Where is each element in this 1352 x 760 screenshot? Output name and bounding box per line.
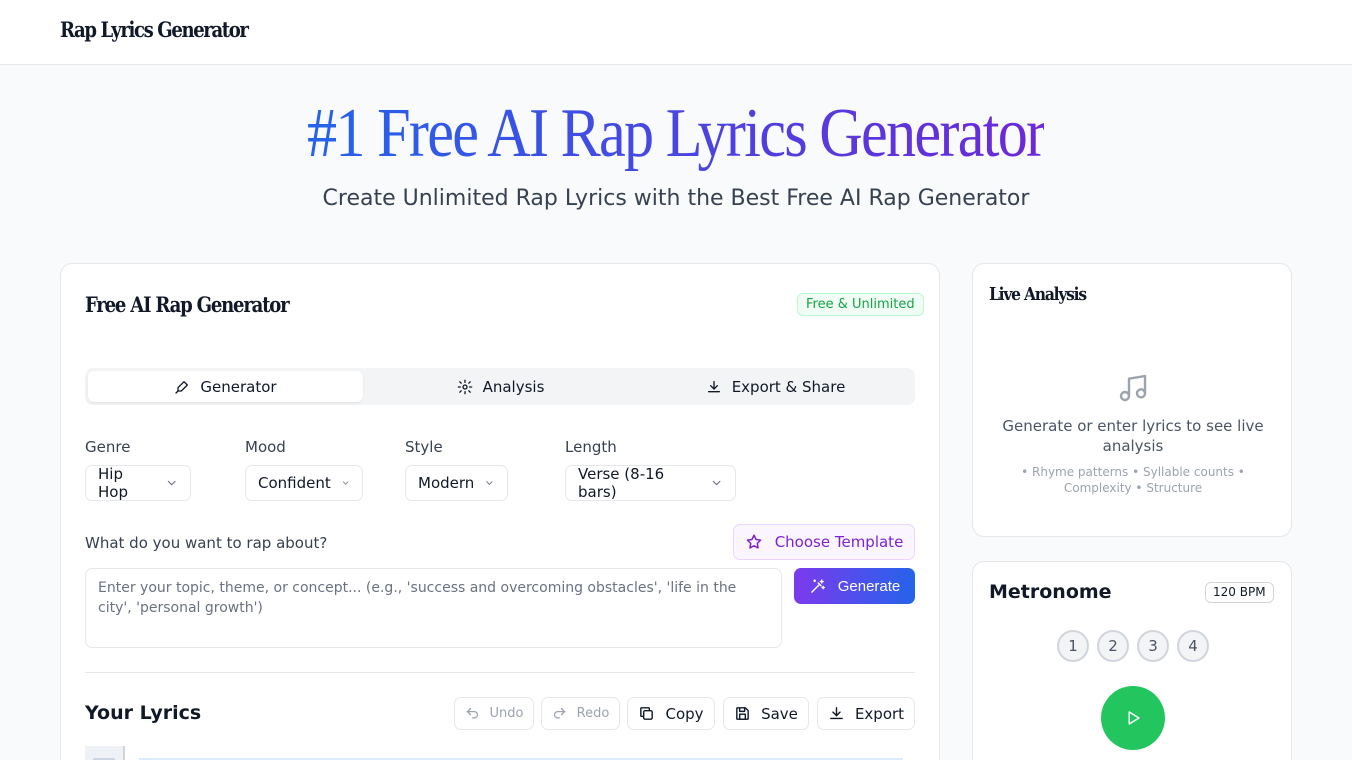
length-value: Verse (8-16 bars): [578, 465, 665, 501]
redo-icon: [553, 707, 565, 719]
lyrics-title: Your Lyrics: [85, 702, 202, 724]
generate-label: Generate: [837, 577, 901, 595]
play-icon: [1128, 711, 1140, 725]
live-analysis-title: Live Analysis: [989, 284, 1087, 305]
choose-template-button[interactable]: Choose Template: [733, 524, 915, 560]
tab-analysis-label: Analysis: [482, 377, 545, 396]
line-number-gutter: [85, 746, 125, 760]
tab-export-share-label: Export & Share: [731, 377, 846, 396]
beat-indicator-2: 2: [1097, 630, 1129, 662]
generator-card: Free AI Rap Generator Free & Unlimited G…: [60, 263, 940, 760]
download-icon: [830, 707, 843, 720]
mood-select[interactable]: Confident: [245, 465, 363, 501]
generate-button[interactable]: Generate: [794, 568, 915, 604]
tab-analysis[interactable]: Analysis: [363, 371, 638, 402]
pen-icon: [175, 380, 189, 394]
undo-label: Undo: [489, 706, 524, 721]
beat-indicator-1: 1: [1057, 630, 1089, 662]
choose-template-label: Choose Template: [774, 533, 904, 551]
undo-icon: [466, 707, 478, 719]
chevron-down-icon: [712, 480, 721, 486]
copy-icon: [640, 707, 654, 720]
length-select[interactable]: Verse (8-16 bars): [565, 465, 736, 501]
style-select[interactable]: Modern: [405, 465, 508, 501]
free-badge: Free & Unlimited: [797, 293, 924, 316]
save-icon: [736, 707, 749, 720]
style-label: Style: [405, 438, 443, 456]
analysis-empty-message: Generate or enter lyrics to see live ana…: [1002, 417, 1264, 455]
live-analysis-card: Live Analysis Generate or enter lyrics t…: [972, 263, 1292, 537]
redo-label: Redo: [576, 706, 610, 721]
bpm-badge: 120 BPM: [1205, 582, 1274, 603]
mood-label: Mood: [245, 438, 286, 456]
topic-label: What do you want to rap about?: [85, 534, 328, 552]
gear-icon: [457, 379, 472, 394]
style-value: Modern: [418, 474, 475, 492]
save-label: Save: [761, 704, 798, 723]
hero-subtitle: Create Unlimited Rap Lyrics with the Bes…: [322, 186, 1030, 211]
metronome-play-button[interactable]: [1101, 686, 1165, 750]
star-icon: [746, 534, 762, 549]
analysis-feature-hint: • Rhyme patterns • Syllable counts • Com…: [1021, 465, 1245, 495]
chevron-down-icon: [342, 481, 349, 485]
length-label: Length: [565, 438, 617, 456]
metronome-card: Metronome 120 BPM 1 2 3 4: [972, 561, 1292, 760]
lyrics-editor[interactable]: [85, 746, 903, 760]
top-navbar: Rap Lyrics Generator: [0, 0, 1352, 65]
genre-select[interactable]: Hip Hop: [85, 465, 191, 501]
genre-value: Hip Hop: [98, 465, 128, 501]
brand-logo-text[interactable]: Rap Lyrics Generator: [60, 17, 249, 42]
magic-wand-icon: [810, 578, 825, 593]
download-icon: [707, 380, 720, 392]
export-label: Export: [854, 704, 905, 723]
redo-button[interactable]: Redo: [541, 697, 620, 730]
tab-generator[interactable]: Generator: [88, 371, 363, 402]
generator-tabs: Generator Analysis Export & Share: [85, 368, 915, 405]
metronome-title: Metronome: [989, 581, 1112, 603]
genre-label: Genre: [85, 438, 131, 456]
hero-title: #1 Free AI Rap Lyrics Generator: [0, 92, 1352, 176]
chevron-down-icon: [167, 480, 176, 486]
beat-indicator-3: 3: [1137, 630, 1169, 662]
beat-indicator-4: 4: [1177, 630, 1209, 662]
tab-generator-label: Generator: [200, 377, 277, 396]
copy-button[interactable]: Copy: [627, 697, 715, 730]
generator-title: Free AI Rap Generator: [85, 292, 290, 317]
music-note-icon: [1119, 374, 1147, 402]
topic-input[interactable]: [85, 568, 782, 648]
undo-button[interactable]: Undo: [454, 697, 534, 730]
export-button[interactable]: Export: [817, 697, 915, 730]
tab-export-share[interactable]: Export & Share: [638, 371, 913, 402]
save-button[interactable]: Save: [723, 697, 809, 730]
section-divider: [85, 672, 915, 673]
mood-value: Confident: [258, 474, 331, 492]
chevron-down-icon: [486, 481, 493, 485]
copy-label: Copy: [665, 704, 704, 723]
